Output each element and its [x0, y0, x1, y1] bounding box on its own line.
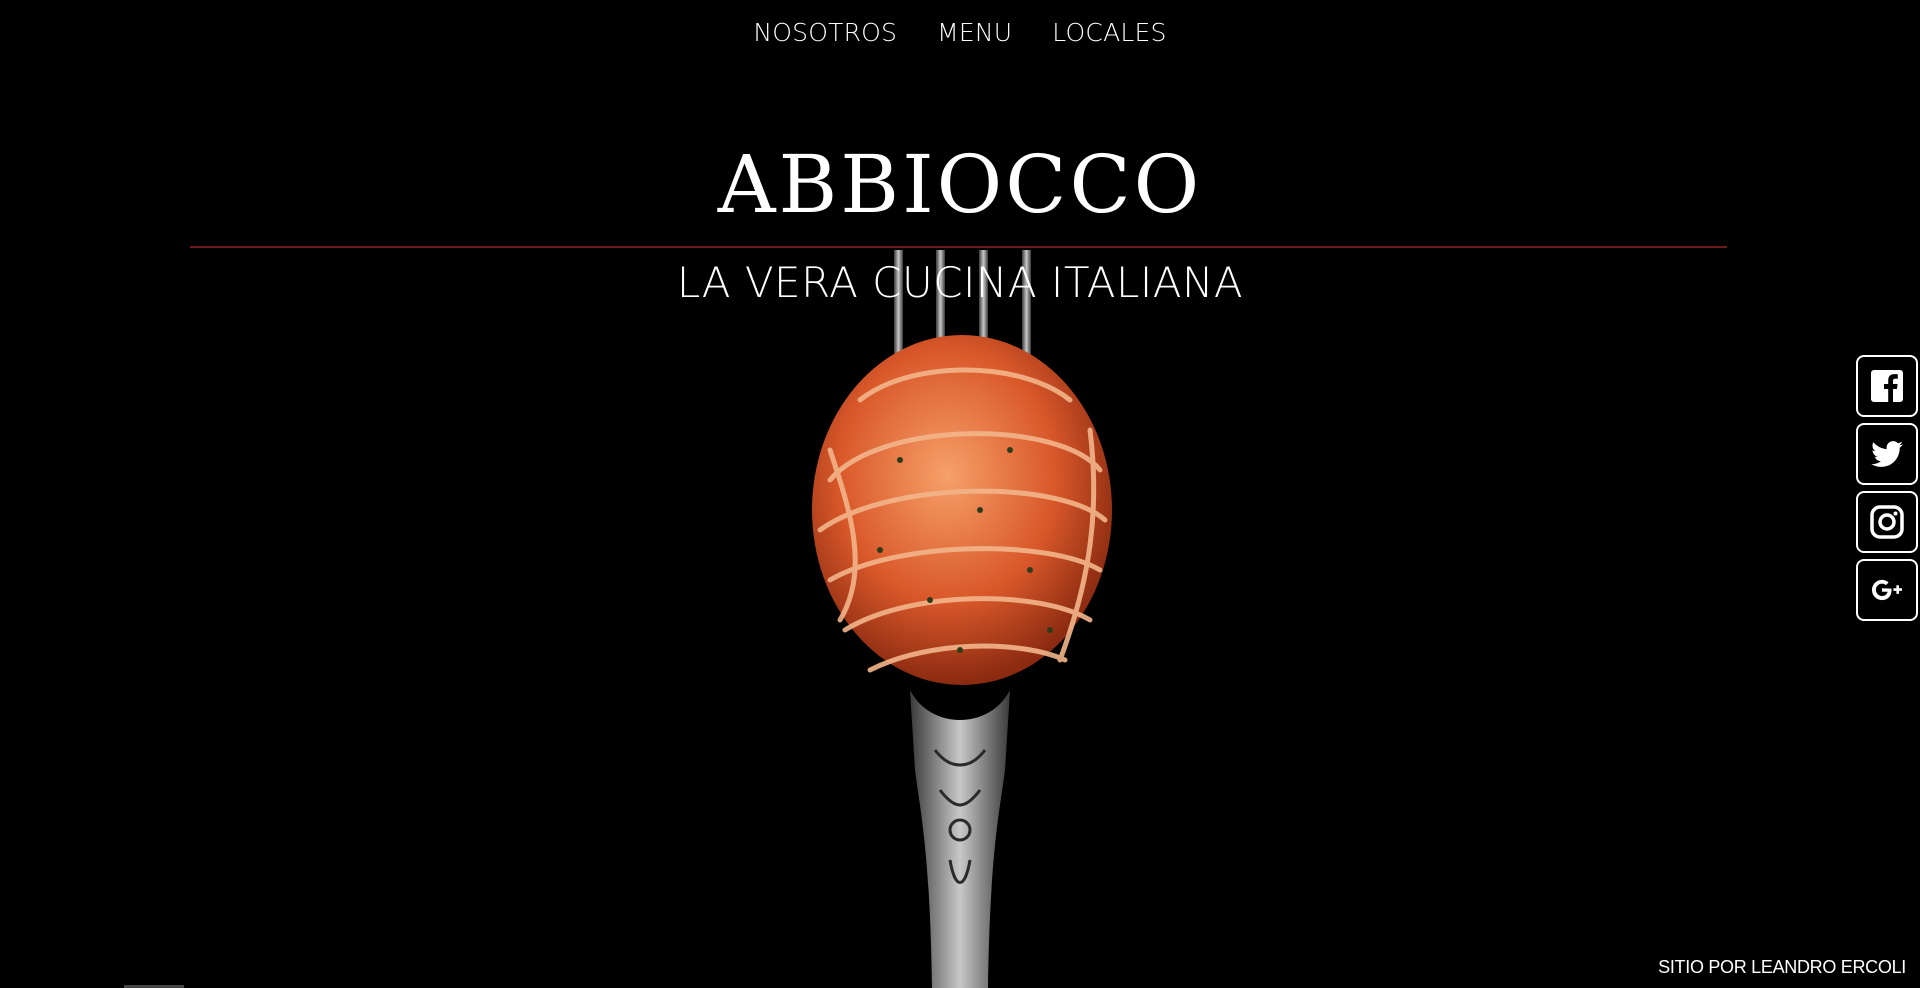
instagram-button[interactable] [1856, 491, 1918, 553]
facebook-button[interactable] [1856, 355, 1918, 417]
main-nav: NOSOTROS MENU LOCALES [0, 18, 1920, 47]
twitter-icon [1871, 441, 1903, 467]
social-links [1856, 355, 1918, 621]
title-divider [190, 246, 1727, 248]
site-credit[interactable]: SITIO POR LEANDRO ERCOLI [1658, 957, 1906, 978]
nav-link-menu[interactable]: MENU [937, 18, 1012, 47]
instagram-icon [1870, 505, 1904, 539]
nav-link-nosotros[interactable]: NOSOTROS [753, 18, 897, 47]
google-plus-icon [1872, 579, 1902, 601]
facebook-icon [1871, 370, 1903, 402]
twitter-button[interactable] [1856, 423, 1918, 485]
page-subtitle: LA VERA CUCINA ITALIANA [676, 258, 1244, 307]
nav-link-locales[interactable]: LOCALES [1052, 18, 1166, 47]
fork-with-spaghetti-icon [812, 250, 1112, 988]
google-plus-button[interactable] [1856, 559, 1918, 621]
page-title: ABBIOCCO [717, 138, 1203, 231]
